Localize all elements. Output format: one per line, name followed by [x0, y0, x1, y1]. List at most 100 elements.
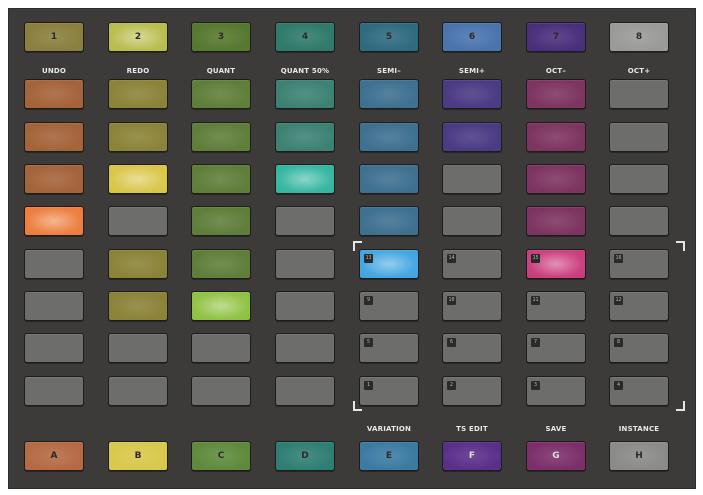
pad-r3-c8[interactable] — [609, 164, 669, 194]
pad-r7-c5[interactable]: 5 — [359, 333, 419, 363]
pad-r8-c5[interactable]: 1 — [359, 376, 419, 406]
pad-r3-c5[interactable] — [359, 164, 419, 194]
pad-r7-c7[interactable]: 7 — [526, 333, 586, 363]
pad-r4-c7[interactable] — [526, 206, 586, 236]
group-button-6[interactable]: 6 — [442, 22, 502, 52]
pad-r3-c2[interactable] — [108, 164, 168, 194]
scene-button-D[interactable]: D — [275, 441, 335, 471]
pad-r3-c7[interactable] — [526, 164, 586, 194]
pad-r4-c1[interactable] — [24, 206, 84, 236]
pad-r3-c1[interactable] — [24, 164, 84, 194]
pad-r2-c7[interactable] — [526, 122, 586, 152]
pad-r5-c1[interactable] — [24, 249, 84, 279]
pad-r5-c7[interactable]: 15 — [526, 249, 586, 279]
scene-button-F[interactable]: F — [442, 441, 502, 471]
scene-button-label: E — [385, 451, 393, 461]
pad-r1-c8[interactable] — [609, 79, 669, 109]
pad-r6-c1[interactable] — [24, 291, 84, 321]
pad-r1-c4[interactable] — [275, 79, 335, 109]
pad-r6-c7[interactable]: 11 — [526, 291, 586, 321]
scene-button-A[interactable]: A — [24, 441, 84, 471]
pad-r8-c4[interactable] — [275, 376, 335, 406]
pad-r6-c2[interactable] — [108, 291, 168, 321]
pad-r1-c2[interactable] — [108, 79, 168, 109]
pad-r8-c8[interactable]: 4 — [609, 376, 669, 406]
function-label: TS EDIT — [456, 425, 488, 433]
pad-r2-c4[interactable] — [275, 122, 335, 152]
pad-r8-c6[interactable]: 2 — [442, 376, 502, 406]
pad-r5-c8[interactable]: 16 — [609, 249, 669, 279]
pad-r8-c1[interactable] — [24, 376, 84, 406]
scene-button-B[interactable]: B — [108, 441, 168, 471]
pad-number-tag: 10 — [447, 296, 456, 305]
pad-r2-c8[interactable] — [609, 122, 669, 152]
pad-r1-c6[interactable] — [442, 79, 502, 109]
pad-r2-c1[interactable] — [24, 122, 84, 152]
pad-r6-c4[interactable] — [275, 291, 335, 321]
pad-number-tag: 11 — [531, 296, 540, 305]
scene-button-E[interactable]: E — [359, 441, 419, 471]
column-label: OCT– — [545, 67, 567, 75]
group-button-3[interactable]: 3 — [191, 22, 251, 52]
group-button-4[interactable]: 4 — [275, 22, 335, 52]
column-label: OCT+ — [627, 67, 651, 75]
pad-r7-c3[interactable] — [191, 333, 251, 363]
group-button-2[interactable]: 2 — [108, 22, 168, 52]
pad-r2-c5[interactable] — [359, 122, 419, 152]
pad-r3-c4[interactable] — [275, 164, 335, 194]
group-button-label: 8 — [635, 32, 643, 42]
group-button-8[interactable]: 8 — [609, 22, 669, 52]
pad-r5-c3[interactable] — [191, 249, 251, 279]
pad-r4-c5[interactable] — [359, 206, 419, 236]
pad-r6-c3[interactable] — [191, 291, 251, 321]
pad-r7-c1[interactable] — [24, 333, 84, 363]
pad-r7-c4[interactable] — [275, 333, 335, 363]
group-button-label: 4 — [301, 32, 309, 42]
pad-r2-c3[interactable] — [191, 122, 251, 152]
pad-r1-c1[interactable] — [24, 79, 84, 109]
pad-r7-c2[interactable] — [108, 333, 168, 363]
pad-r5-c2[interactable] — [108, 249, 168, 279]
pad-r5-c4[interactable] — [275, 249, 335, 279]
pad-r3-c3[interactable] — [191, 164, 251, 194]
group-button-7[interactable]: 7 — [526, 22, 586, 52]
pad-r8-c3[interactable] — [191, 376, 251, 406]
pad-controller-panel: 12345678 UNDO REDO QUANT QUANT 50% SEMI– SEMI… — [8, 8, 696, 489]
bracket-top-right — [676, 241, 685, 251]
pad-r2-c2[interactable] — [108, 122, 168, 152]
scene-button-H[interactable]: H — [609, 441, 669, 471]
pad-r1-c7[interactable] — [526, 79, 586, 109]
pad-r6-c5[interactable]: 9 — [359, 291, 419, 321]
pad-r1-c5[interactable] — [359, 79, 419, 109]
group-button-label: 6 — [468, 32, 476, 42]
scene-button-G[interactable]: G — [526, 441, 586, 471]
pad-r4-c8[interactable] — [609, 206, 669, 236]
pad-r4-c3[interactable] — [191, 206, 251, 236]
pad-r2-c6[interactable] — [442, 122, 502, 152]
scene-button-C[interactable]: C — [191, 441, 251, 471]
pad-number-tag: 8 — [614, 338, 623, 347]
pad-r4-c4[interactable] — [275, 206, 335, 236]
pad-r6-c8[interactable]: 12 — [609, 291, 669, 321]
pad-r5-c5[interactable]: 13 — [359, 249, 419, 279]
pad-r1-c3[interactable] — [191, 79, 251, 109]
pad-r4-c2[interactable] — [108, 206, 168, 236]
pad-r3-c6[interactable] — [442, 164, 502, 194]
pad-r7-c6[interactable]: 6 — [442, 333, 502, 363]
column-label: QUANT 50% — [280, 67, 330, 75]
pad-r8-c2[interactable] — [108, 376, 168, 406]
group-button-5[interactable]: 5 — [359, 22, 419, 52]
pad-r4-c6[interactable] — [442, 206, 502, 236]
group-button-label: 3 — [217, 32, 225, 42]
pad-r7-c8[interactable]: 8 — [609, 333, 669, 363]
pad-r5-c6[interactable]: 14 — [442, 249, 502, 279]
column-label: SEMI+ — [458, 67, 486, 75]
pad-r6-c6[interactable]: 10 — [442, 291, 502, 321]
group-button-1[interactable]: 1 — [24, 22, 84, 52]
bracket-bottom-left — [353, 401, 362, 411]
pad-number-tag: 9 — [364, 296, 373, 305]
bracket-top-left — [353, 241, 362, 251]
scene-button-label: A — [50, 451, 58, 461]
group-button-label: 7 — [552, 32, 560, 42]
pad-r8-c7[interactable]: 3 — [526, 376, 586, 406]
